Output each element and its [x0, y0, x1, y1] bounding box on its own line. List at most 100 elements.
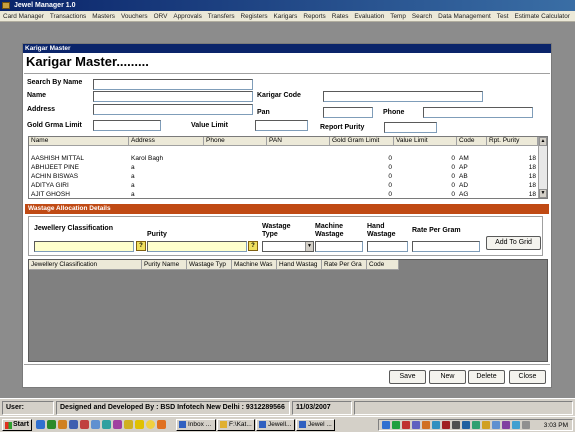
menu-evaluation[interactable]: Evaluation: [354, 13, 384, 20]
grid-scrollbar[interactable]: ▲ ▼: [538, 137, 547, 198]
task-button-inbox[interactable]: Inbox ...: [176, 419, 216, 431]
menu-karigars[interactable]: Karigars: [274, 13, 298, 20]
column-header-purity-name[interactable]: Purity Name: [142, 260, 187, 270]
quicklaunch-icon[interactable]: [102, 420, 111, 429]
column-header-phone[interactable]: Phone: [204, 137, 267, 146]
date-status: 11/03/2007: [292, 401, 352, 415]
tray-icon[interactable]: [382, 421, 390, 429]
column-header-wastage-type[interactable]: Wastage Typ: [187, 260, 232, 270]
tray-icon[interactable]: [442, 421, 450, 429]
menu-vouchers[interactable]: Vouchers: [121, 13, 148, 20]
menu-card-manager[interactable]: Card Manager: [3, 13, 44, 20]
menu-reports[interactable]: Reports: [303, 13, 325, 20]
quicklaunch-icon[interactable]: [58, 420, 67, 429]
save-button[interactable]: Save: [389, 370, 426, 384]
scroll-up-icon[interactable]: ▲: [539, 137, 547, 146]
start-button[interactable]: Start: [2, 419, 32, 431]
karigar-grid[interactable]: Name Address Phone PAN Gold Gram Limit V…: [28, 136, 548, 199]
new-button[interactable]: New: [429, 370, 466, 384]
quicklaunch-icon[interactable]: [80, 420, 89, 429]
menu-estimate-calculator[interactable]: Estimate Calculator: [514, 13, 569, 20]
menu-rates[interactable]: Rates: [332, 13, 349, 20]
tray-icon[interactable]: [432, 421, 440, 429]
column-header-name[interactable]: Name: [29, 137, 129, 146]
close-button[interactable]: Close: [509, 370, 546, 384]
column-header-hand-wastage[interactable]: Hand Wastag: [277, 260, 322, 270]
tray-icon[interactable]: [472, 421, 480, 429]
quicklaunch-icon[interactable]: [47, 420, 56, 429]
task-button-jewell[interactable]: Jewell...: [256, 419, 295, 431]
column-header-value-limit[interactable]: Value Limit: [394, 137, 457, 146]
quicklaunch-icon[interactable]: [91, 420, 100, 429]
karigar-code-input[interactable]: [323, 91, 483, 102]
wastage-grid[interactable]: Jewellery Classification Purity Name Was…: [28, 259, 548, 362]
menu-test[interactable]: Test: [497, 13, 509, 20]
menu-data-management[interactable]: Data Management: [438, 13, 491, 20]
cell-name: ADITYA GIRI: [31, 182, 69, 189]
cell-address: a: [131, 173, 135, 180]
tray-icon[interactable]: [422, 421, 430, 429]
column-header-gold-gram-limit[interactable]: Gold Gram Limit: [330, 137, 394, 146]
menu-registers[interactable]: Registers: [241, 13, 268, 20]
rate-per-gram-input[interactable]: [412, 241, 480, 252]
menu-search[interactable]: Search: [412, 13, 432, 20]
value-limit-input[interactable]: [255, 120, 308, 131]
search-by-name-input[interactable]: [93, 79, 253, 90]
menu-masters[interactable]: Masters: [92, 13, 115, 20]
menu-transactions[interactable]: Transactions: [50, 13, 86, 20]
jewellery-classification-input[interactable]: [34, 241, 134, 252]
quicklaunch-icon[interactable]: [69, 420, 78, 429]
tray-icon[interactable]: [402, 421, 410, 429]
column-header-code[interactable]: Code: [367, 260, 399, 270]
tray-icon[interactable]: [502, 421, 510, 429]
volume-icon[interactable]: [522, 421, 530, 429]
cell-address: a: [131, 182, 135, 189]
smiley-icon[interactable]: [146, 420, 155, 429]
column-header-address[interactable]: Address: [129, 137, 204, 146]
tray-icon[interactable]: [412, 421, 420, 429]
machine-wastage-input[interactable]: [315, 241, 363, 252]
tray-icon[interactable]: [462, 421, 470, 429]
purity-input[interactable]: [147, 241, 247, 252]
gold-grma-limit-input[interactable]: [93, 120, 161, 131]
tray-icon[interactable]: [482, 421, 490, 429]
column-header-jewellery-classification[interactable]: Jewellery Classification: [29, 260, 142, 270]
quicklaunch-icon[interactable]: [124, 420, 133, 429]
name-input[interactable]: [93, 91, 253, 102]
picker-icon[interactable]: ?: [248, 241, 258, 251]
delete-button[interactable]: Delete: [468, 370, 505, 384]
task-button-jewel[interactable]: Jewel ...: [296, 419, 335, 431]
tray-icon[interactable]: [452, 421, 460, 429]
address-input[interactable]: [93, 104, 253, 115]
report-purity-input[interactable]: [384, 122, 437, 133]
quicklaunch-icon[interactable]: [135, 420, 144, 429]
wastage-type-select[interactable]: ▼: [262, 241, 314, 252]
tray-icon[interactable]: [492, 421, 500, 429]
column-header-rate-per-gram[interactable]: Rate Per Gra: [322, 260, 367, 270]
menu-transfers[interactable]: Transfers: [208, 13, 235, 20]
column-header-code[interactable]: Code: [457, 137, 487, 146]
menu-orv[interactable]: ORV: [154, 13, 168, 20]
wastage-panel: Jewellery Classification ? Purity ? Wast…: [28, 216, 543, 256]
column-header-machine-wastage[interactable]: Machine Was: [232, 260, 277, 270]
menu-temp[interactable]: Temp: [390, 13, 406, 20]
menu-approvals[interactable]: Approvals: [173, 13, 201, 20]
task-button-folder[interactable]: F:\Kat...: [217, 419, 255, 431]
column-header-rpt-purity[interactable]: Rpt. Purity: [487, 137, 538, 146]
add-to-grid-button[interactable]: Add To Grid: [486, 236, 541, 250]
quicklaunch-icon[interactable]: [113, 420, 122, 429]
tray-icon[interactable]: [392, 421, 400, 429]
tray-icon[interactable]: [512, 421, 520, 429]
picker-icon[interactable]: ?: [136, 241, 146, 251]
divider: [24, 73, 550, 74]
chevron-down-icon[interactable]: ▼: [305, 242, 313, 251]
phone-input[interactable]: [423, 107, 533, 118]
quicklaunch-icon[interactable]: [36, 420, 45, 429]
wastage-type-label: Wastage Type: [262, 223, 291, 238]
hand-wastage-input[interactable]: [367, 241, 408, 252]
folder-icon: [220, 421, 227, 428]
pan-input[interactable]: [323, 107, 373, 118]
quicklaunch-icon[interactable]: [157, 420, 166, 429]
column-header-pan[interactable]: PAN: [267, 137, 330, 146]
scroll-down-icon[interactable]: ▼: [539, 189, 547, 198]
